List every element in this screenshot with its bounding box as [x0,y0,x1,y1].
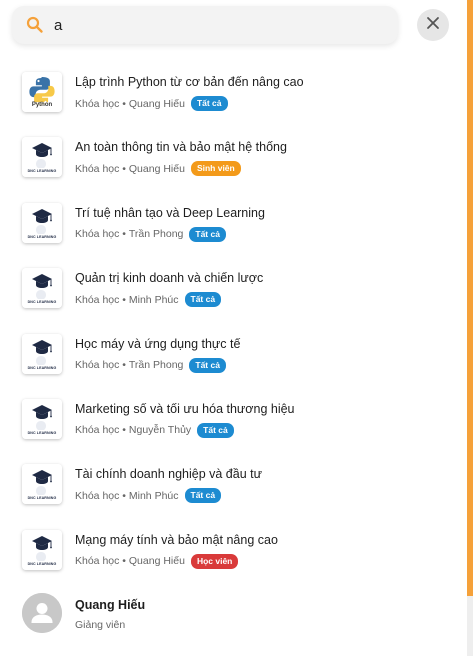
bullet-separator: • [119,359,129,372]
audience-badge: Tất cả [197,422,234,438]
result-item[interactable]: DNC LEARNING Trí tuệ nhân tạo và Deep Lea… [0,197,460,262]
result-meta: Khóa học • Trần Phong Tất cả [75,357,226,373]
bullet-separator: • [119,489,129,502]
result-meta: Khóa học • Quang Hiếu Học viên [75,553,239,569]
search-icon [26,16,44,34]
result-title[interactable]: Trí tuệ nhân tạo và Deep Learning [75,206,265,220]
search-results-list: Python Lập trình Python từ cơ bản đến nân… [0,66,460,655]
result-author: Quang Hiếu [128,162,185,175]
result-type: Khóa học [75,555,120,568]
close-button[interactable] [417,9,449,41]
bullet-separator: • [119,162,129,175]
result-meta: Khóa học • Minh Phúc Tất cả [75,292,222,308]
user-avatar-icon [22,593,62,634]
audience-badge: Tất cả [190,96,228,111]
scrollbar-thumb[interactable] [467,0,473,596]
result-item[interactable]: DNC LEARNING Học máy và ứng dụng thực tế K… [0,328,460,393]
result-meta: Khóa học • Trần Phong Tất cả [75,226,226,242]
result-title[interactable]: Quản trị kinh doanh và chiến lược [75,271,263,285]
graduation-cap-icon: DNC LEARNING [22,268,62,309]
graduation-cap-icon: DNC LEARNING [22,333,62,374]
bullet-separator: • [119,424,129,437]
graduation-cap-icon: DNC LEARNING [22,398,62,439]
result-item[interactable]: DNC LEARNING Quản trị kinh doanh và chiến… [0,262,460,327]
result-author: Trần Phong [128,359,184,372]
result-meta: Khóa học • Minh Phúc Tất cả [75,488,222,504]
result-type: Khóa học [75,228,120,241]
result-author: Nguyễn Thủy [128,424,192,437]
result-meta: Khóa học • Nguyễn Thủy Tất cả [75,422,234,438]
graduation-cap-icon: DNC LEARNING [22,529,62,570]
result-type: Khóa học [75,162,120,175]
bullet-separator: • [119,293,129,306]
result-item[interactable]: DNC LEARNING Mạng máy tính và bảo mật nân… [0,524,460,589]
thumb-label: DNC LEARNING [27,234,57,239]
audience-badge: Tất cả [189,226,226,242]
result-item[interactable]: DNC LEARNING Tài chính doanh nghiệp và đầ… [0,458,460,523]
result-title[interactable]: Mạng máy tính và bảo mật nâng cao [75,533,278,547]
audience-badge: Tất cả [184,292,222,308]
thumb-label: DNC LEARNING [27,430,57,435]
close-icon [426,16,440,35]
result-type: Khóa học [75,97,120,110]
result-type: Khóa học [75,359,120,372]
audience-badge: Tất cả [189,357,226,373]
result-item[interactable]: DNC LEARNING An toàn thông tin và bảo mật… [0,131,460,196]
person-name[interactable]: Quang Hiếu [75,598,145,612]
thumb-label: DNC LEARNING [27,300,57,305]
result-meta: Khóa học • Quang Hiếu Sinh viên [75,161,241,177]
thumb-label: DNC LEARNING [27,496,57,501]
search-bar [12,6,398,44]
graduation-cap-icon: DNC LEARNING [22,137,62,178]
result-type: Khóa học [75,293,120,306]
result-author: Minh Phúc [128,489,179,502]
result-item[interactable]: DNC LEARNING Marketing số và tối ưu hóa t… [0,393,460,458]
audience-badge: Sinh viên [190,161,241,177]
thumb-label: Python [22,102,62,108]
graduation-cap-icon: DNC LEARNING [22,464,62,505]
result-author: Trần Phong [128,228,184,241]
result-item[interactable]: Python Lập trình Python từ cơ bản đến nân… [0,66,460,131]
person-item[interactable]: Quang Hiếu Giảng viên [0,589,460,654]
result-meta: Khóa học • Quang Hiếu Tất cả [75,96,228,111]
audience-badge: Tất cả [184,488,222,504]
bullet-separator: • [119,97,129,110]
result-author: Minh Phúc [128,293,179,306]
thumb-label: DNC LEARNING [27,561,57,566]
result-author: Quang Hiếu [128,97,185,110]
result-type: Khóa học [75,489,120,502]
audience-badge: Học viên [190,553,239,569]
result-type: Khóa học [75,424,120,437]
search-input[interactable] [54,13,374,37]
result-title[interactable]: An toàn thông tin và bảo mật hệ thống [75,140,287,154]
person-role: Giảng viên [75,619,126,632]
result-author: Quang Hiếu [128,555,185,568]
bullet-separator: • [119,555,129,568]
graduation-cap-icon: DNC LEARNING [22,202,62,243]
result-title[interactable]: Marketing số và tối ưu hóa thương hiệu [75,402,295,416]
python-logo-icon: Python [22,72,62,112]
bullet-separator: • [119,228,129,241]
thumb-label: DNC LEARNING [27,169,57,174]
result-title[interactable]: Tài chính doanh nghiệp và đầu tư [75,467,262,481]
result-title[interactable]: Học máy và ứng dụng thực tế [75,337,240,351]
result-title[interactable]: Lập trình Python từ cơ bản đến nâng cao [75,75,304,89]
thumb-label: DNC LEARNING [27,365,57,370]
